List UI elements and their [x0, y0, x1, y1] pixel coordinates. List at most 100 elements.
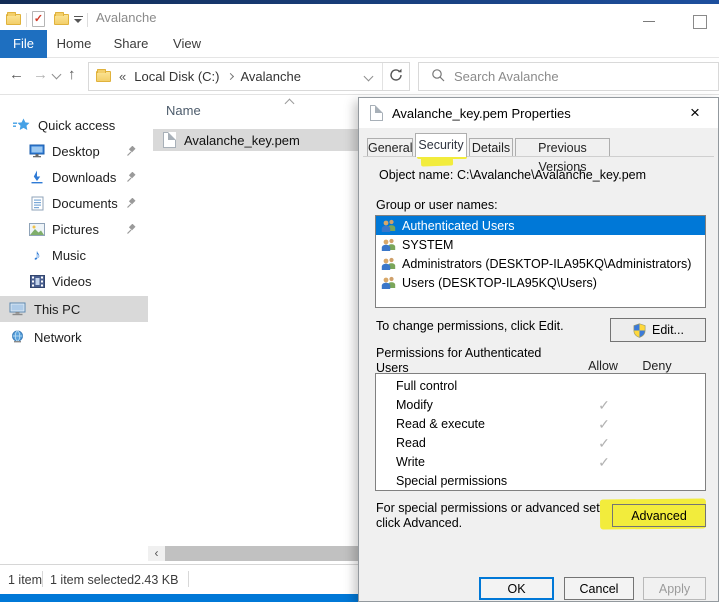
allow-checkmark: ✓ — [582, 434, 626, 453]
divider — [42, 571, 43, 587]
group-name: Authenticated Users — [402, 219, 515, 233]
documents-icon — [28, 195, 46, 211]
cancel-button[interactable]: Cancel — [564, 577, 634, 600]
up-icon[interactable]: ↑ — [68, 66, 76, 83]
ribbon-tab-file[interactable]: File — [0, 30, 47, 58]
ribbon-tab-strip: File Home Share View — [0, 30, 719, 58]
dialog-title-bar: Avalanche_key.pem Properties × — [359, 98, 718, 128]
breadcrumb-drive[interactable]: Local Disk (C:) — [134, 69, 219, 84]
pin-icon — [126, 197, 137, 212]
app-folder-icon — [6, 14, 21, 25]
forward-icon[interactable]: → — [33, 66, 48, 83]
pin-icon — [126, 145, 137, 160]
sidebar-item-music[interactable]: ♪ Music — [0, 242, 148, 268]
search-box[interactable] — [418, 62, 719, 91]
apply-button[interactable]: Apply — [643, 577, 706, 600]
properties-dialog: Avalanche_key.pem Properties × General S… — [358, 97, 719, 602]
close-icon[interactable]: × — [682, 100, 708, 126]
permission-label: Read & execute — [396, 415, 485, 434]
permissions-label: Permissions for Authenticated Users — [376, 346, 541, 376]
tab-security[interactable]: Security — [415, 133, 467, 157]
sidebar-item-label: Downloads — [52, 170, 116, 185]
item-count: 1 item — [8, 573, 42, 587]
tab-details[interactable]: Details — [469, 138, 513, 157]
file-row-selected[interactable]: Avalanche_key.pem — [153, 129, 360, 151]
sidebar-item-documents[interactable]: Documents — [0, 190, 148, 216]
uac-shield-icon — [632, 323, 647, 338]
new-folder-quick-icon[interactable] — [54, 14, 69, 25]
sidebar-item-pictures[interactable]: Pictures — [0, 216, 148, 242]
permission-row: Write ✓ — [376, 453, 705, 472]
list-item-authenticated-users[interactable]: Authenticated Users — [376, 216, 705, 235]
selection-size: 2.43 KB — [134, 573, 178, 587]
sidebar-item-quick-access[interactable]: Quick access — [0, 112, 148, 138]
divider — [87, 13, 88, 27]
breadcrumb-separator-icon — [227, 73, 234, 80]
sidebar: Quick access Desktop Downloads Documents — [0, 95, 148, 564]
navigation-bar: ← → ↑ « Local Disk (C:) Avalanche — [0, 58, 719, 95]
address-bar[interactable]: « Local Disk (C:) Avalanche — [88, 62, 410, 91]
group-user-listbox: Authenticated Users SYSTEM Administrator… — [375, 215, 706, 308]
sidebar-item-label: Music — [52, 248, 86, 263]
tab-previous-versions[interactable]: Previous Versions — [515, 138, 610, 157]
sidebar-item-label: Videos — [52, 274, 92, 289]
properties-quick-icon[interactable]: ✓ — [32, 11, 45, 27]
column-header-name[interactable]: Name — [166, 103, 201, 118]
ribbon-tab-home[interactable]: Home — [50, 30, 98, 58]
sidebar-item-label: This PC — [34, 302, 80, 317]
permission-label: Read — [396, 434, 426, 453]
edit-button[interactable]: Edit... — [610, 318, 706, 342]
customize-toolbar-chevron-icon[interactable] — [74, 16, 83, 24]
group-name: Users (DESKTOP-ILA95KQ\Users) — [402, 276, 597, 290]
sidebar-item-this-pc[interactable]: This PC — [0, 296, 148, 322]
scroll-left-icon[interactable]: ‹ — [148, 546, 165, 561]
ribbon-tab-share[interactable]: Share — [106, 30, 156, 58]
allow-checkmark: ✓ — [582, 453, 626, 472]
permission-label: Special permissions — [396, 472, 507, 491]
user-group-icon — [381, 276, 397, 289]
permission-row: Read & execute ✓ — [376, 415, 705, 434]
allow-column-header: Allow — [581, 359, 625, 373]
file-name: Avalanche_key.pem — [184, 133, 300, 148]
list-item-users[interactable]: Users (DESKTOP-ILA95KQ\Users) — [376, 273, 705, 292]
videos-icon — [28, 273, 46, 289]
object-name-label: Object name: — [379, 168, 453, 182]
horizontal-scrollbar[interactable]: ‹ — [148, 546, 360, 561]
title-bar: ✓ Avalanche — [0, 4, 719, 30]
breadcrumb-overflow[interactable]: « — [119, 69, 126, 84]
tab-general[interactable]: General — [367, 138, 413, 157]
sidebar-item-videos[interactable]: Videos — [0, 268, 148, 294]
edit-button-label: Edit... — [652, 323, 684, 337]
scrollbar-thumb[interactable] — [165, 546, 359, 561]
deny-column-header: Deny — [635, 359, 679, 373]
this-pc-icon — [8, 301, 26, 317]
advanced-button[interactable]: Advanced — [612, 504, 706, 527]
sidebar-item-label: Pictures — [52, 222, 99, 237]
edit-hint: To change permissions, click Edit. — [376, 319, 564, 334]
network-icon — [8, 329, 26, 345]
permission-row: Read ✓ — [376, 434, 705, 453]
group-name: Administrators (DESKTOP-ILA95KQ\Administ… — [402, 257, 691, 271]
address-dropdown-chevron-icon[interactable] — [364, 72, 374, 82]
refresh-icon[interactable] — [383, 68, 409, 85]
sidebar-item-label: Network — [34, 330, 82, 345]
recent-locations-chevron-icon[interactable] — [52, 70, 62, 80]
ribbon-tab-view[interactable]: View — [164, 30, 210, 58]
pictures-icon — [28, 221, 46, 237]
sidebar-item-network[interactable]: Network — [0, 324, 148, 350]
ok-button[interactable]: OK — [479, 577, 554, 600]
list-item-administrators[interactable]: Administrators (DESKTOP-ILA95KQ\Administ… — [376, 254, 705, 273]
back-icon[interactable]: ← — [9, 66, 24, 83]
location-folder-icon — [96, 71, 111, 82]
sidebar-item-downloads[interactable]: Downloads — [0, 164, 148, 190]
sidebar-item-desktop[interactable]: Desktop — [0, 138, 148, 164]
music-note-icon: ♪ — [28, 247, 46, 263]
group-names-label: Group or user names: — [376, 198, 498, 212]
breadcrumb-folder[interactable]: Avalanche — [240, 69, 300, 84]
downloads-icon — [28, 169, 46, 185]
list-item-system[interactable]: SYSTEM — [376, 235, 705, 254]
pin-icon — [126, 171, 137, 186]
search-input[interactable] — [454, 69, 684, 84]
object-name-value: C:\Avalanche\Avalanche_key.pem — [457, 168, 646, 182]
file-icon — [163, 132, 176, 148]
